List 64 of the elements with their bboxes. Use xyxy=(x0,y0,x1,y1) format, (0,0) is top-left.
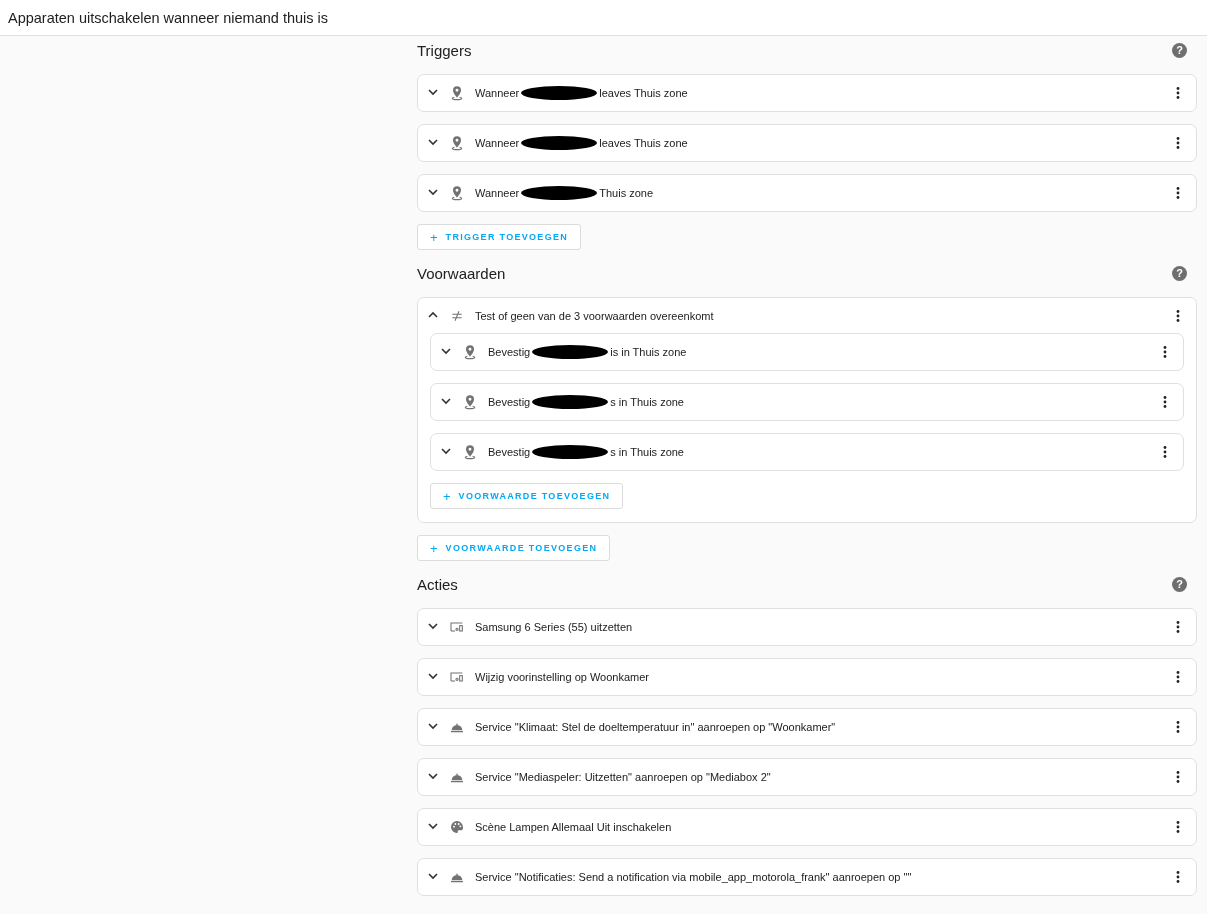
item-label: Samsung 6 Series (55) uitzetten xyxy=(475,621,633,633)
chevron-icon[interactable] xyxy=(427,870,439,882)
item-label: Scène Lampen Allemaal Uit inschakelen xyxy=(475,821,672,833)
not-equal-icon xyxy=(449,308,465,324)
help-icon[interactable]: ? xyxy=(1172,265,1187,281)
map-pin-icon xyxy=(449,85,465,101)
chevron-icon[interactable] xyxy=(427,670,439,682)
item-label: s in Thuis zone xyxy=(610,396,684,408)
section-title: Triggers xyxy=(417,41,472,59)
palette-icon xyxy=(449,819,465,835)
section-title: Acties xyxy=(417,575,458,593)
item-label: leaves Thuis zone xyxy=(599,137,688,149)
item-label: Service "Mediaspeler: Uitzetten" aanroepen op "Mediabox 2" xyxy=(475,771,771,783)
add-button[interactable]: + VOORWAARDE TOEVOEGEN xyxy=(417,535,611,561)
more-options-icon[interactable] xyxy=(1176,721,1180,733)
item-label: is in Thuis zone xyxy=(610,346,687,358)
more-options-icon[interactable] xyxy=(1176,310,1180,322)
devices-icon xyxy=(449,619,465,635)
chevron-icon[interactable] xyxy=(440,445,452,457)
chevron-icon[interactable] xyxy=(427,720,439,732)
item-label: Test of geen van de 3 voorwaarden overeenkomt xyxy=(475,310,714,322)
chevron-icon[interactable] xyxy=(427,770,439,782)
item-label: s in Thuis zone xyxy=(610,446,684,458)
section-title: Voorwaarden xyxy=(417,264,506,282)
item-label: Wanneer xyxy=(475,87,520,99)
more-options-icon[interactable] xyxy=(1176,621,1180,633)
add-button[interactable]: + TRIGGER TOEVOEGEN xyxy=(417,224,582,250)
more-options-icon[interactable] xyxy=(1176,771,1180,783)
more-options-icon[interactable] xyxy=(1163,446,1167,458)
chevron-icon[interactable] xyxy=(427,620,439,632)
map-pin-icon xyxy=(462,394,478,410)
more-options-icon[interactable] xyxy=(1163,396,1167,408)
more-options-icon[interactable] xyxy=(1176,821,1180,833)
item-label: Service "Notificaties: Send a notification via mobile_app_motorola_frank" aanroepen op "" xyxy=(475,871,912,883)
help-icon[interactable]: ? xyxy=(1172,42,1187,58)
map-pin-icon xyxy=(462,444,478,460)
help-icon[interactable]: ? xyxy=(1172,576,1187,592)
more-options-icon[interactable] xyxy=(1176,187,1180,199)
chevron-icon[interactable] xyxy=(427,86,439,98)
item-label: Wanneer xyxy=(475,187,520,199)
map-pin-icon xyxy=(449,185,465,201)
page-title: Apparaten uitschakelen wanneer niemand thuis is xyxy=(8,9,328,26)
item-label: Bevestig xyxy=(488,446,531,458)
chevron-icon[interactable] xyxy=(427,820,439,832)
item-label: leaves Thuis zone xyxy=(599,87,688,99)
item-label: Thuis zone xyxy=(599,187,654,199)
chevron-icon[interactable] xyxy=(427,186,439,198)
map-pin-icon xyxy=(449,135,465,151)
item-label: Bevestig xyxy=(488,396,531,408)
add-button[interactable]: + VOORWAARDE TOEVOEGEN xyxy=(430,483,624,509)
chevron-icon[interactable] xyxy=(440,345,452,357)
devices-icon xyxy=(449,669,465,685)
chevron-icon[interactable] xyxy=(427,136,439,148)
map-pin-icon xyxy=(462,344,478,360)
item-label: Wanneer xyxy=(475,137,520,149)
item-label: Service "Klimaat: Stel de doeltemperatuur in" aanroepen op "Woonkamer" xyxy=(475,721,836,733)
more-options-icon[interactable] xyxy=(1176,871,1180,883)
more-options-icon[interactable] xyxy=(1163,346,1167,358)
more-options-icon[interactable] xyxy=(1176,87,1180,99)
chevron-icon[interactable] xyxy=(440,395,452,407)
more-options-icon[interactable] xyxy=(1176,671,1180,683)
more-options-icon[interactable] xyxy=(1176,137,1180,149)
item-label: Bevestig xyxy=(488,346,531,358)
item-label: Wijzig voorinstelling op Woonkamer xyxy=(475,671,650,683)
